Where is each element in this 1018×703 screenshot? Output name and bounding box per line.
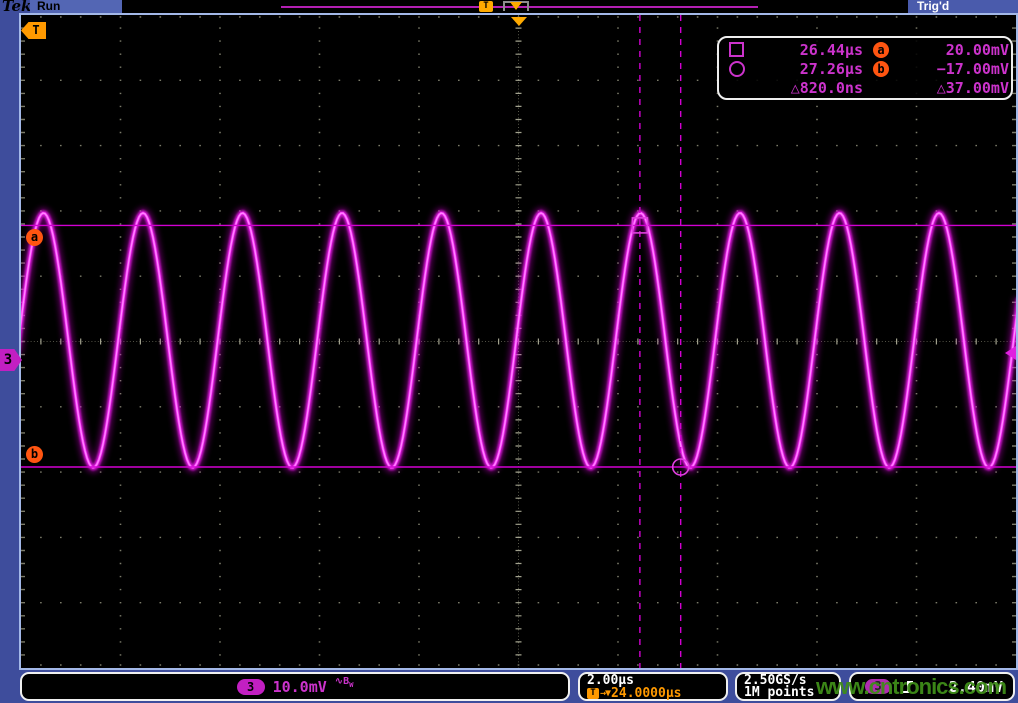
waveform-display	[21, 15, 1016, 668]
expansion-point-icon	[511, 17, 527, 26]
header-bar: Tek Run T Trig'd	[0, 0, 1018, 13]
cursor-readout-box: 26.44µs a 20.00mV 27.26µs b −17.00mV △82…	[717, 36, 1013, 100]
cursor1-square-icon	[729, 42, 744, 57]
trigger-status: Trig'd	[908, 0, 1018, 13]
record-trigger-icon: T	[479, 1, 493, 12]
wave-inspector-strip: T	[122, 0, 908, 13]
watermark: www.cntronics.com	[816, 674, 1018, 700]
cursor-a-badge: a	[873, 42, 889, 58]
channel-3-badge: 3	[237, 679, 265, 695]
cursor2-circle-icon	[729, 61, 745, 77]
timebase-box[interactable]: 2.00µs T →▼ 24.0000µs	[578, 672, 728, 701]
cursor-a-marker[interactable]: a	[26, 229, 43, 246]
bandwidth-limit-sub: W	[349, 681, 353, 689]
cursor-b-value: −17.00mV	[899, 60, 1009, 78]
channel-3-scale: 10.0mV	[273, 678, 327, 696]
channel-3-settings-box[interactable]: 3 10.0mV ∿BW	[20, 672, 570, 701]
cursor-b-badge: b	[873, 61, 889, 77]
cursor-a-value: 20.00mV	[899, 41, 1009, 59]
horizontal-delay: T →▼ 24.0000µs	[587, 687, 726, 700]
delta-time: △820.0ns	[759, 79, 863, 97]
zoom-window-triangle-icon	[510, 2, 522, 10]
trigger-t-icon: T	[587, 688, 599, 699]
graticule: T a b 26.44µs a 20.00mV 27.26µs b −17.00…	[19, 13, 1018, 670]
coupling-bandwidth-icons: ∿BW	[335, 676, 354, 689]
ac-coupling-icon: ∿	[335, 676, 343, 687]
delay-arrows-icon: →▼	[600, 687, 610, 700]
cursor1-time: 26.44µs	[759, 41, 863, 59]
delay-value: 24.0000µs	[611, 687, 681, 700]
cursor2-time: 27.26µs	[759, 60, 863, 78]
acquisition-status: Run	[30, 0, 122, 13]
trigger-level-arrow-icon	[1005, 346, 1016, 360]
delta-voltage: △37.00mV	[899, 79, 1009, 97]
oscilloscope-screen: Tek Run T Trig'd T a b 26.44µs a 20.00mV…	[0, 0, 1018, 703]
cursor-b-marker[interactable]: b	[26, 446, 43, 463]
